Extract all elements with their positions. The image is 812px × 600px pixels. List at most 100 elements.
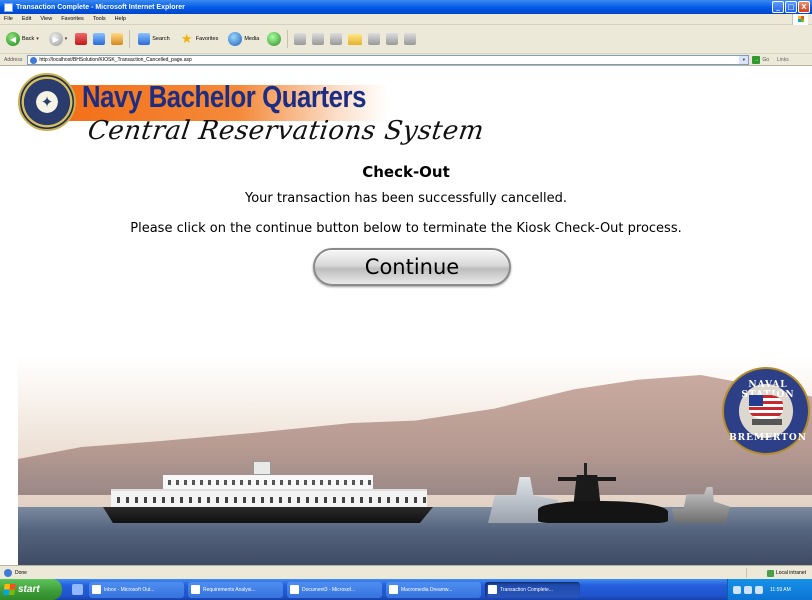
address-input[interactable]: http://localhost/BHSolution/KIOSK_Transa… [27, 54, 750, 65]
task-label: Macromedia Dreamw... [401, 586, 453, 593]
stop-icon[interactable] [75, 33, 88, 45]
instruction-text: Please click on the continue button belo… [130, 221, 682, 236]
discuss-icon[interactable] [368, 33, 381, 45]
task-transaction-complete[interactable]: Transaction Complete... [485, 581, 580, 598]
page-title: Check-Out [362, 163, 450, 181]
star-icon: ★ [180, 31, 193, 47]
flag-icon [749, 395, 783, 419]
task-document3[interactable]: Document3 - Microsof... [287, 581, 382, 598]
menu-edit[interactable]: Edit [22, 16, 31, 22]
system-tray: 11:59 AM [727, 579, 812, 600]
security-zone: Local intranet [745, 568, 806, 578]
task-label: Document3 - Microsof... [302, 586, 356, 593]
address-url: http://localhost/BHSolution/KIOSK_Transa… [39, 56, 192, 63]
print-icon[interactable] [312, 33, 325, 45]
menu-bar: File Edit View Favorites Tools Help [0, 14, 812, 25]
zone-text: Local intranet [775, 570, 806, 576]
forward-dropdown-icon[interactable]: ▾ [65, 36, 68, 42]
emblem-bottom-text: BREMERTON [729, 433, 807, 443]
brand-title: Navy Bachelor Quarters [82, 79, 367, 114]
task-outlook[interactable]: Inbox - Microsoft Out... [89, 581, 184, 598]
menu-favorites[interactable]: Favorites [61, 16, 84, 22]
toolbar-separator [287, 30, 289, 48]
start-button[interactable]: start [0, 579, 62, 600]
menu-file[interactable]: File [4, 16, 13, 22]
site-banner: ✦ Navy Bachelor Quarters Central Reserva… [8, 69, 486, 157]
forward-button[interactable]: ▶ ▾ [47, 28, 70, 50]
search-label: Search [152, 36, 170, 42]
dreamweaver-icon [389, 585, 398, 594]
start-label: start [18, 584, 40, 595]
back-arrow-icon: ◀ [6, 32, 20, 46]
quick-launch-icon[interactable] [72, 584, 83, 595]
mail-icon[interactable] [294, 33, 307, 45]
go-button[interactable]: → Go [752, 55, 770, 64]
cancel-confirmation-text: Your transaction has been successfully c… [244, 191, 567, 206]
go-arrow-icon: → [752, 55, 761, 64]
close-button[interactable]: X [798, 1, 810, 13]
word-icon [191, 585, 200, 594]
quick-launch [72, 584, 83, 595]
favorites-button[interactable]: ★ Favorites [178, 28, 221, 50]
window-controls: _ □ X [772, 1, 810, 13]
brand-subtitle: Central Reservations System [85, 116, 487, 146]
edit-icon[interactable] [330, 33, 343, 45]
menu-tools[interactable]: Tools [93, 16, 106, 22]
address-bar: Address http://localhost/BHSolution/KIOS… [0, 54, 812, 66]
forward-arrow-icon: ▶ [48, 32, 63, 46]
ie-icon [4, 2, 13, 12]
task-buttons: Inbox - Microsoft Out... Requirements An… [89, 581, 580, 598]
page-content: ✦ Navy Bachelor Quarters Central Reserva… [0, 67, 812, 565]
maximize-button[interactable]: □ [785, 1, 797, 13]
taskbar: start Inbox - Microsoft Out... Requireme… [0, 579, 812, 600]
favorites-label: Favorites [195, 36, 219, 42]
go-label: Go [762, 56, 770, 63]
back-button[interactable]: ◀ Back ▾ [4, 28, 41, 50]
search-button[interactable]: Search [136, 28, 171, 50]
task-label: Inbox - Microsoft Out... [104, 586, 155, 593]
menu-view[interactable]: View [40, 16, 52, 22]
harbor-photo [18, 357, 812, 565]
status-page-icon [4, 568, 12, 577]
task-label: Transaction Complete... [500, 586, 553, 593]
media-label: Media [244, 36, 260, 42]
windows-flag-icon [3, 584, 16, 595]
tray-icon[interactable] [755, 585, 763, 594]
media-icon [228, 32, 243, 46]
status-bar: Done Local intranet [0, 565, 812, 579]
home-icon[interactable] [111, 33, 124, 45]
back-dropdown-icon[interactable]: ▾ [36, 36, 39, 42]
tray-icon[interactable] [733, 585, 741, 594]
tray-icon[interactable] [744, 585, 752, 594]
history-icon[interactable] [267, 32, 282, 46]
refresh-icon[interactable] [93, 33, 106, 45]
submarine-image [538, 461, 668, 523]
ie-icon [488, 585, 497, 594]
windows-logo-icon [792, 14, 808, 25]
intranet-icon [766, 569, 774, 577]
links-button[interactable]: Links [777, 57, 789, 63]
clock: 11:59 AM [770, 586, 791, 593]
task-dreamweaver[interactable]: Macromedia Dreamw... [386, 581, 481, 598]
page-icon [30, 56, 38, 64]
continue-button[interactable]: Continue [313, 248, 511, 286]
word-icon [290, 585, 299, 594]
search-icon [138, 33, 151, 45]
navy-seal-icon: ✦ [18, 73, 76, 131]
window-title: Transaction Complete - Microsoft Interne… [16, 3, 185, 11]
status-text: Done [15, 569, 27, 576]
task-label: Requirements Analysi... [203, 586, 256, 593]
address-dropdown-icon[interactable]: ▼ [739, 55, 749, 64]
task-requirements[interactable]: Requirements Analysi... [188, 581, 283, 598]
address-label: Address [4, 56, 23, 63]
folder-icon[interactable] [348, 33, 363, 45]
menu-help[interactable]: Help [115, 16, 126, 22]
outlook-icon [92, 585, 101, 594]
toolbar-separator [129, 30, 131, 48]
minimize-button[interactable]: _ [772, 1, 784, 13]
ferry-image [103, 455, 433, 523]
back-label: Back [22, 36, 35, 42]
research-icon[interactable] [404, 33, 417, 45]
messenger-icon[interactable] [386, 33, 399, 45]
media-button[interactable]: Media [226, 28, 261, 50]
